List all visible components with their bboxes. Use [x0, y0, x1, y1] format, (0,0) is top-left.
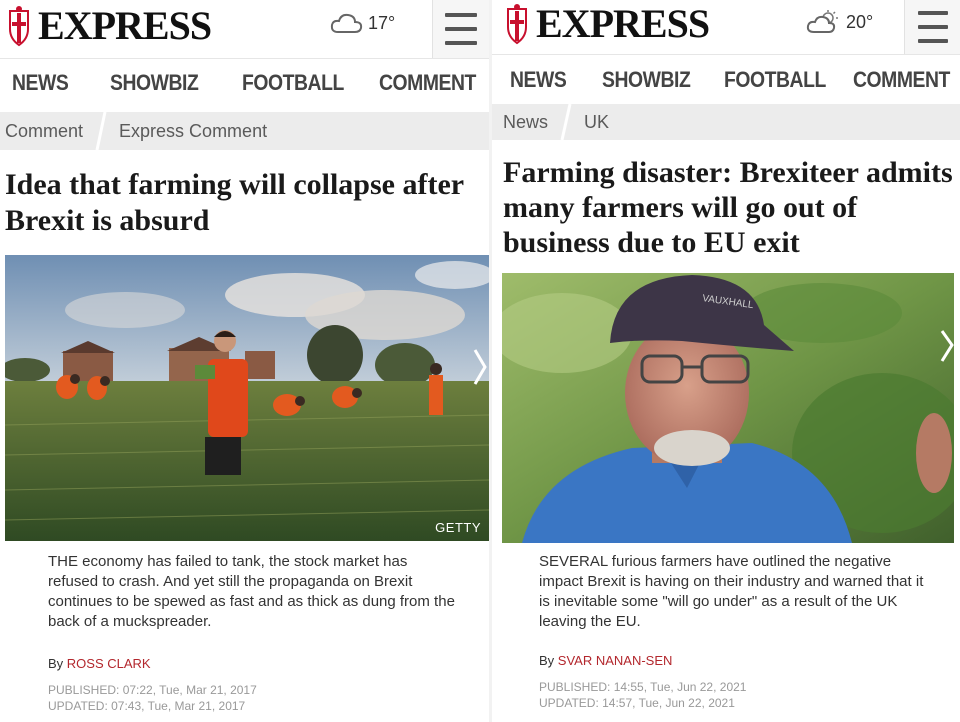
crusader-logo-icon — [9, 6, 29, 47]
article-dates: PUBLISHED: 07:22, Tue, Mar 21, 2017 UPDA… — [48, 682, 257, 714]
article-headline: Farming disaster: Brexiteer admits many … — [503, 156, 953, 259]
hamburger-menu-button[interactable] — [904, 0, 960, 54]
brand-name: EXPRESS — [38, 3, 212, 48]
express-logo[interactable]: EXPRESS — [502, 1, 710, 46]
byline: By ROSS CLARK — [48, 656, 151, 671]
farm-workers-photo[interactable]: GETTY — [5, 255, 489, 541]
left-article-screenshot: EXPRESS 17° NEWS SHOWBIZ FOOTBALL COMMEN… — [0, 0, 489, 722]
field-scene-image — [5, 255, 489, 541]
author-link[interactable]: ROSS CLARK — [67, 656, 151, 671]
nav-comment[interactable]: COMMENT — [853, 67, 950, 93]
express-logo[interactable]: EXPRESS — [4, 3, 212, 48]
farmer-portrait-image: VAUXHALL — [502, 273, 954, 543]
breadcrumb-separator — [560, 104, 572, 140]
temperature: 17° — [368, 12, 396, 33]
nav-news[interactable]: NEWS — [510, 67, 567, 93]
breadcrumb-news[interactable]: News — [492, 104, 560, 140]
weather-widget[interactable]: 17° — [330, 12, 395, 34]
article-headline: Idea that farming will collapse after Br… — [5, 168, 464, 237]
breadcrumb: Comment Express Comment — [0, 112, 489, 150]
updated-date: UPDATED: 07:43, Tue, Mar 21, 2017 — [48, 699, 246, 713]
breadcrumb-express-comment[interactable]: Express Comment — [107, 112, 279, 150]
article-dates: PUBLISHED: 14:55, Tue, Jun 22, 2021 UPDA… — [539, 679, 746, 711]
byline-prefix: By — [539, 653, 558, 668]
nav-showbiz[interactable]: SHOWBIZ — [110, 70, 199, 96]
header-bar: EXPRESS 20° — [492, 0, 960, 54]
hamburger-menu-button[interactable] — [432, 0, 489, 58]
breadcrumb: News UK — [492, 104, 960, 140]
published-date: PUBLISHED: 14:55, Tue, Jun 22, 2021 — [539, 680, 747, 694]
weather-widget[interactable]: 20° — [806, 10, 873, 34]
crusader-logo-icon — [507, 4, 527, 45]
brand-name: EXPRESS — [536, 1, 710, 46]
temperature: 20° — [846, 11, 874, 32]
nav-comment[interactable]: COMMENT — [379, 70, 476, 96]
section-nav: NEWS SHOWBIZ FOOTBALL COMMENT — [0, 58, 489, 106]
section-nav: NEWS SHOWBIZ FOOTBALL COMMENT — [492, 54, 960, 104]
article-summary: SEVERAL furious farmers have outlined th… — [539, 553, 924, 630]
nav-football[interactable]: FOOTBALL — [724, 67, 826, 93]
author-link[interactable]: SVAR NANAN-SEN — [558, 653, 673, 668]
byline: By SVAR NANAN-SEN — [539, 653, 672, 668]
image-credit: GETTY — [435, 520, 481, 535]
updated-date: UPDATED: 14:57, Tue, Jun 22, 2021 — [539, 696, 735, 710]
breadcrumb-uk[interactable]: UK — [572, 104, 621, 140]
sun-cloud-icon — [806, 10, 838, 33]
byline-prefix: By — [48, 656, 67, 671]
cloud-icon — [330, 13, 363, 33]
header-bar: EXPRESS 17° — [0, 0, 489, 58]
nav-news[interactable]: NEWS — [12, 70, 69, 96]
right-article-screenshot: EXPRESS 20° NEWS SHOWBIZ FOOTBALL COMMEN… — [492, 0, 960, 722]
article-summary: THE economy has failed to tank, the stoc… — [48, 553, 455, 630]
breadcrumb-separator — [95, 112, 107, 150]
breadcrumb-comment[interactable]: Comment — [0, 112, 95, 150]
published-date: PUBLISHED: 07:22, Tue, Mar 21, 2017 — [48, 683, 257, 697]
nav-showbiz[interactable]: SHOWBIZ — [602, 67, 691, 93]
nav-football[interactable]: FOOTBALL — [242, 70, 344, 96]
farmer-interview-photo[interactable]: VAUXHALL — [502, 273, 954, 543]
